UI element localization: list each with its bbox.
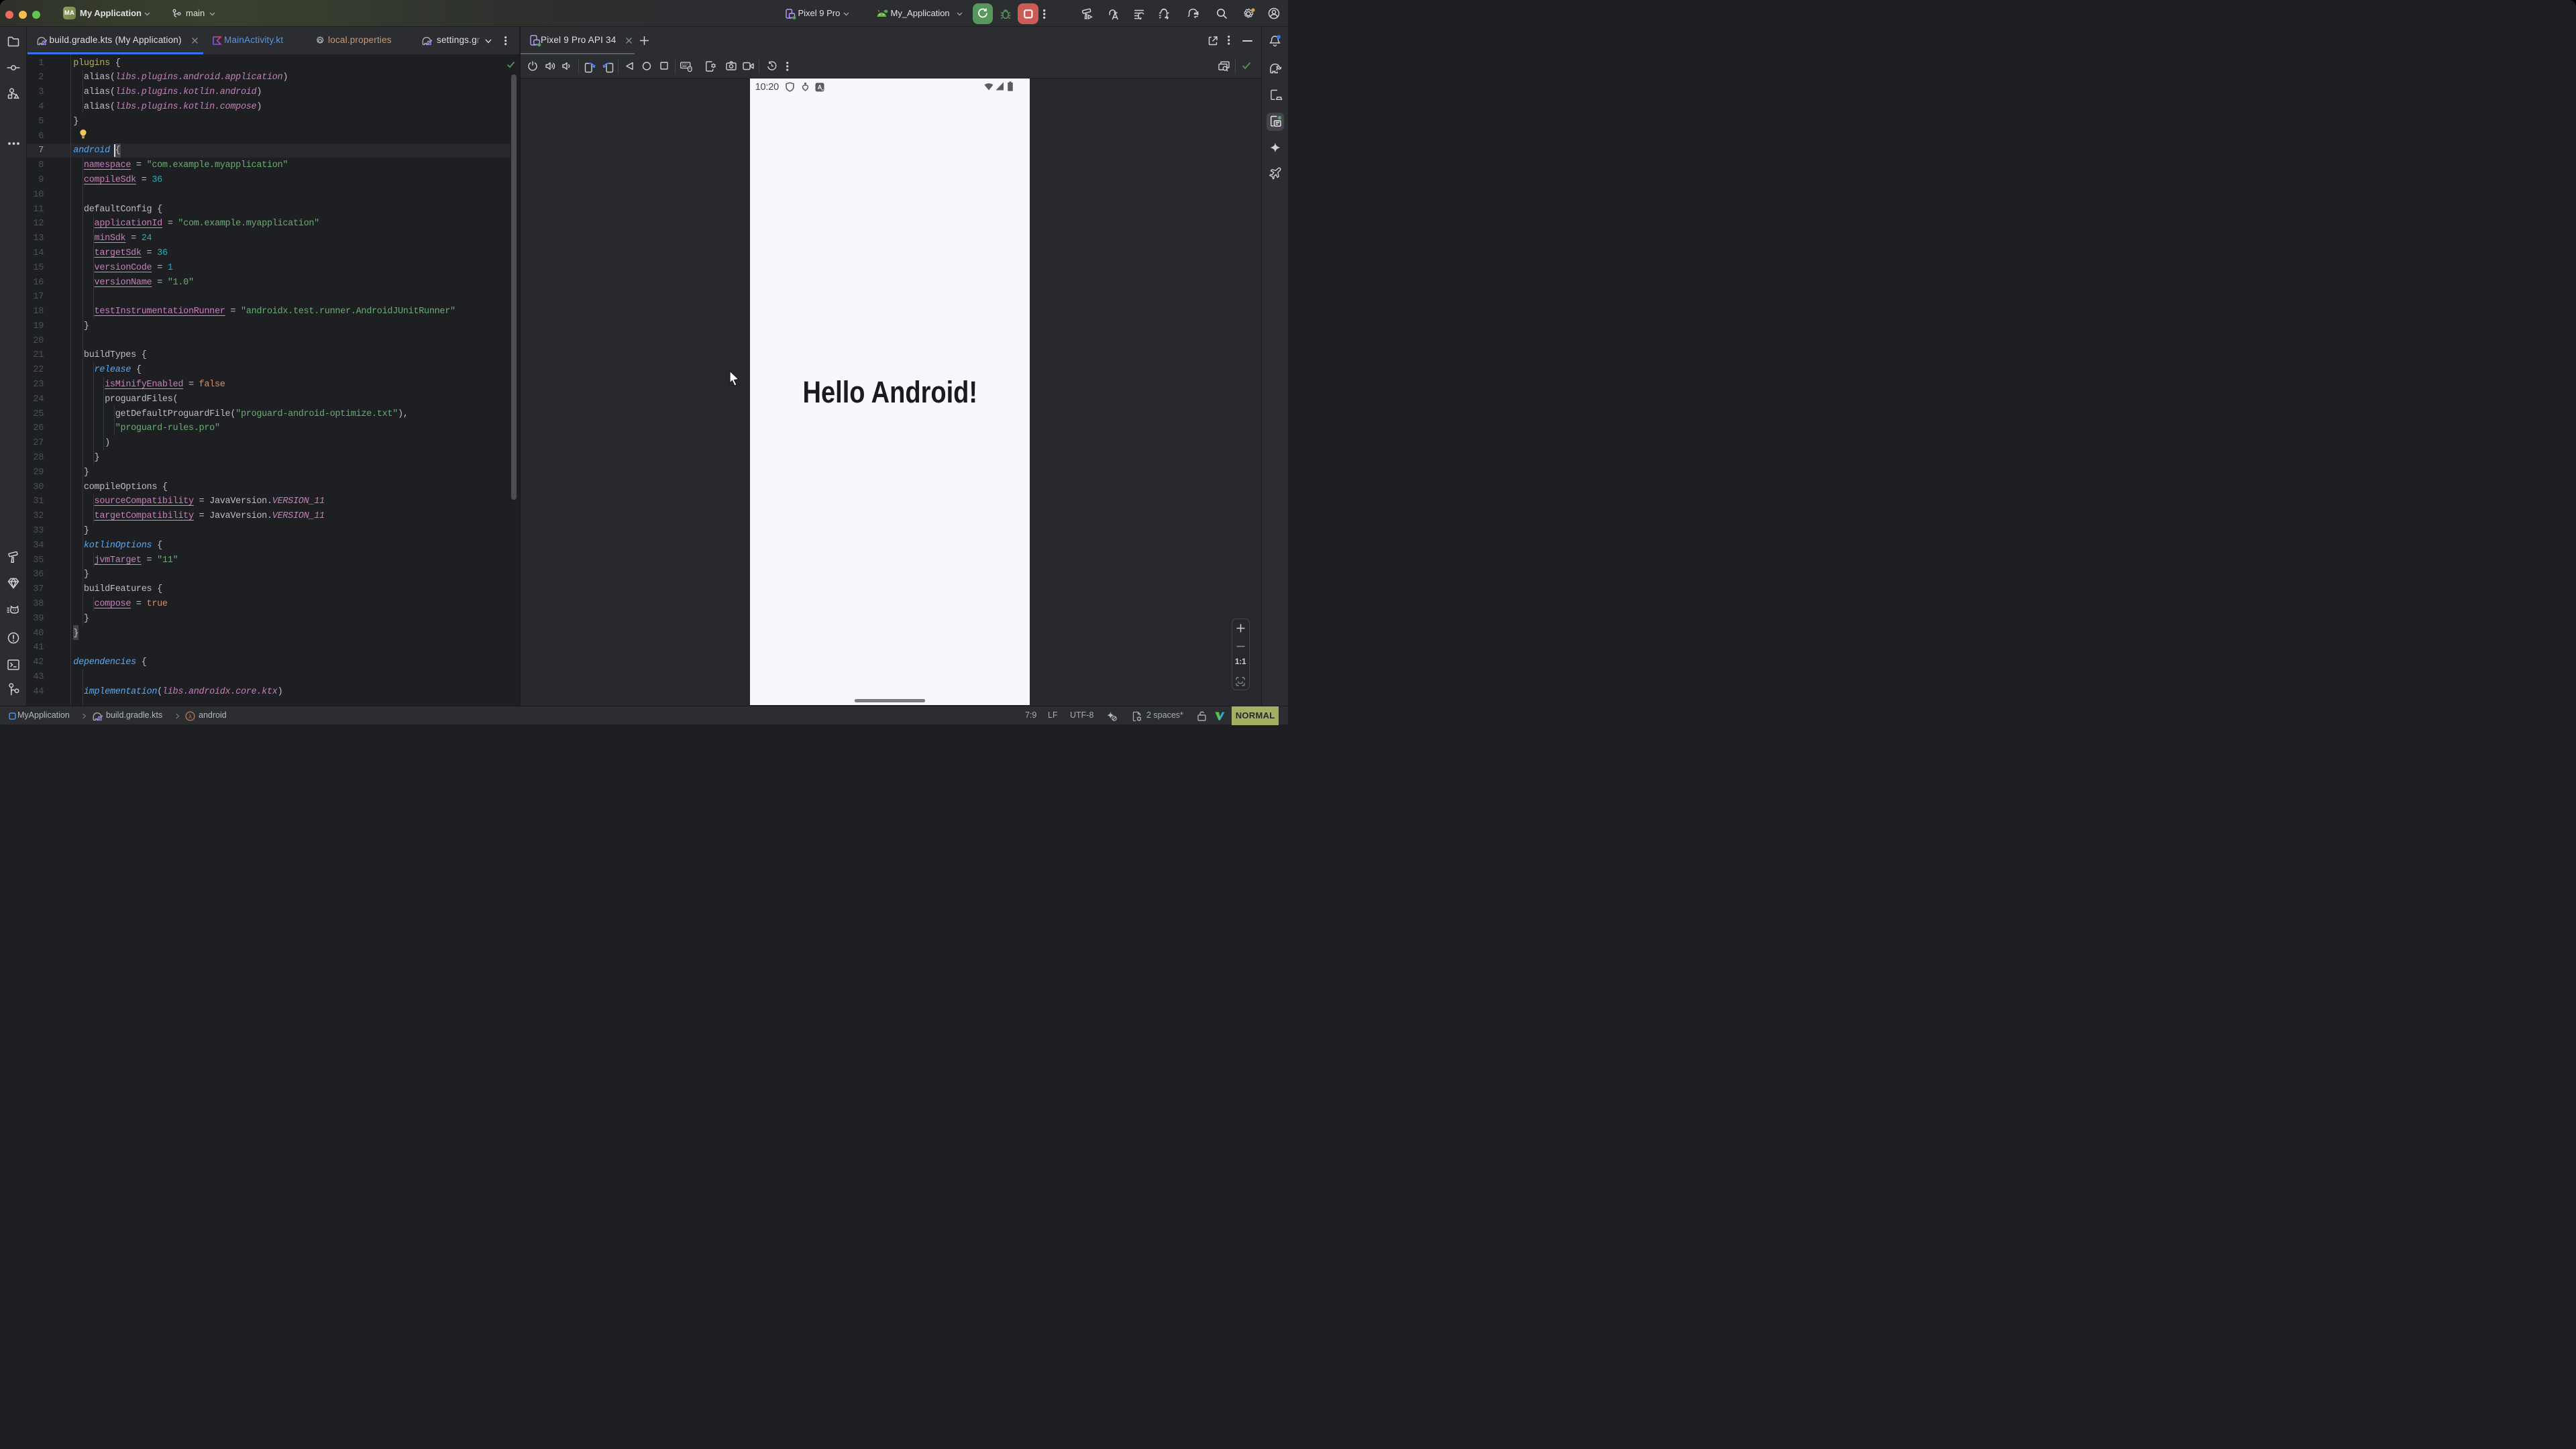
svg-text:λ: λ xyxy=(189,713,192,720)
